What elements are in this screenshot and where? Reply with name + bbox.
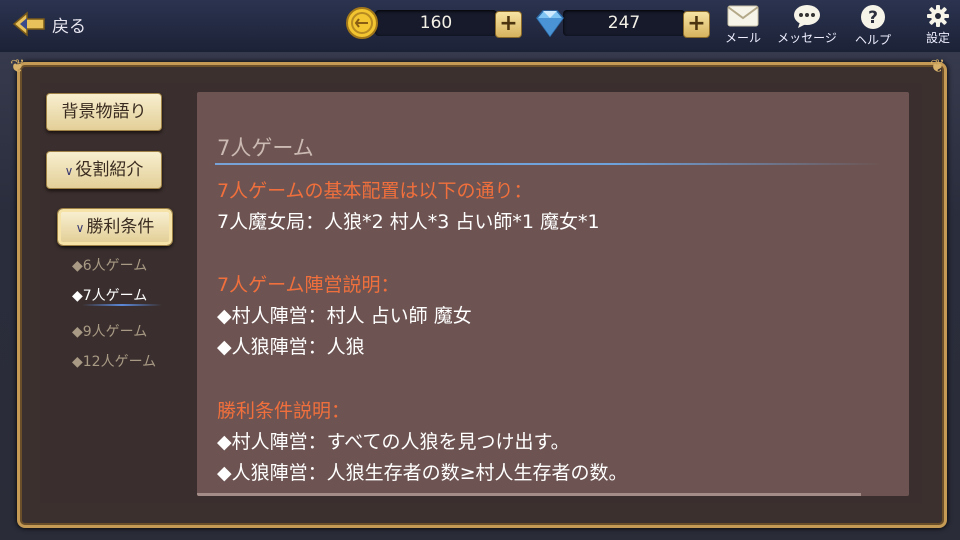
gem-count: 247 [607,13,641,33]
gear-icon [927,5,949,27]
gold-coin-icon [346,7,378,39]
back-button[interactable]: 戻る [12,8,86,40]
diamond-icon [536,10,564,38]
scroll-edge [197,493,861,496]
tab-role-intro-label: 役割紹介 [75,160,144,180]
help-button[interactable]: ? ヘルプ [850,4,896,48]
settings-button[interactable]: 設定 [918,4,958,46]
mail-button[interactable]: メール [722,4,764,46]
tab-win-conditions[interactable]: ∨ 勝利条件 [58,209,172,245]
win-heading: 勝利条件説明： [217,400,351,422]
tab-win-conditions-label: 勝利条件 [86,217,155,237]
frame-corner-ornament-icon: ❦ [930,56,946,77]
top-bar: 戻る 160 + 247 + メール メッセージ ? ヘルプ 設定 [0,0,960,52]
help-label: ヘルプ [854,33,891,47]
content-panel: 7人ゲーム 7人ゲームの基本配置は以下の通り： 7人魔女局：人狼*2 村人*3 … [197,92,909,496]
faction-heading: 7人ゲーム陣営説明： [217,274,400,296]
chat-bubble-icon [794,5,820,28]
sidebar-item-9-players[interactable]: ◆9人ゲーム [72,321,147,341]
win-villager: ◆村人陣営：すべての人狼を見つけ出す。 [217,431,570,453]
sidebar-item-12-players[interactable]: ◆12人ゲーム [72,351,156,371]
gold-add-button[interactable]: + [495,11,522,38]
gold-count: 160 [419,13,453,33]
content-title: 7人ゲーム [217,136,314,160]
tab-role-intro[interactable]: ∨ 役割紹介 [46,151,162,189]
setup-detail: 7人魔女局：人狼*2 村人*3 占い師*1 魔女*1 [217,211,600,233]
settings-label: 設定 [925,31,950,45]
frame-corner-ornament-icon: ❦ [10,56,26,77]
mail-icon [727,5,759,27]
win-werewolf: ◆人狼陣営：人狼生存者の数≥村人生存者の数。 [217,462,628,484]
help-question-icon: ? [861,5,885,29]
sidebar-item-6-players[interactable]: ◆6人ゲーム [72,255,147,275]
title-divider [215,163,881,165]
faction-villager: ◆村人陣営：村人 占い師 魔女 [217,305,472,327]
gem-add-button[interactable]: + [683,11,710,38]
sidebar-item-7-players[interactable]: ◆7人ゲーム [72,285,147,305]
chevron-down-icon: ∨ [64,164,74,178]
svg-text:?: ? [868,8,878,28]
tab-background-story[interactable]: 背景物語り [46,93,162,131]
active-item-underline [82,304,162,306]
mail-label: メール [724,31,761,45]
message-label: メッセージ [777,31,837,45]
tab-background-story-label: 背景物語り [61,102,147,122]
chevron-down-icon: ∨ [75,221,85,235]
back-arrow-icon [12,11,45,37]
setup-heading: 7人ゲームの基本配置は以下の通り： [217,180,533,202]
faction-werewolf: ◆人狼陣営：人狼 [217,336,365,358]
back-label: 戻る [52,16,86,37]
message-button[interactable]: メッセージ [774,4,840,46]
